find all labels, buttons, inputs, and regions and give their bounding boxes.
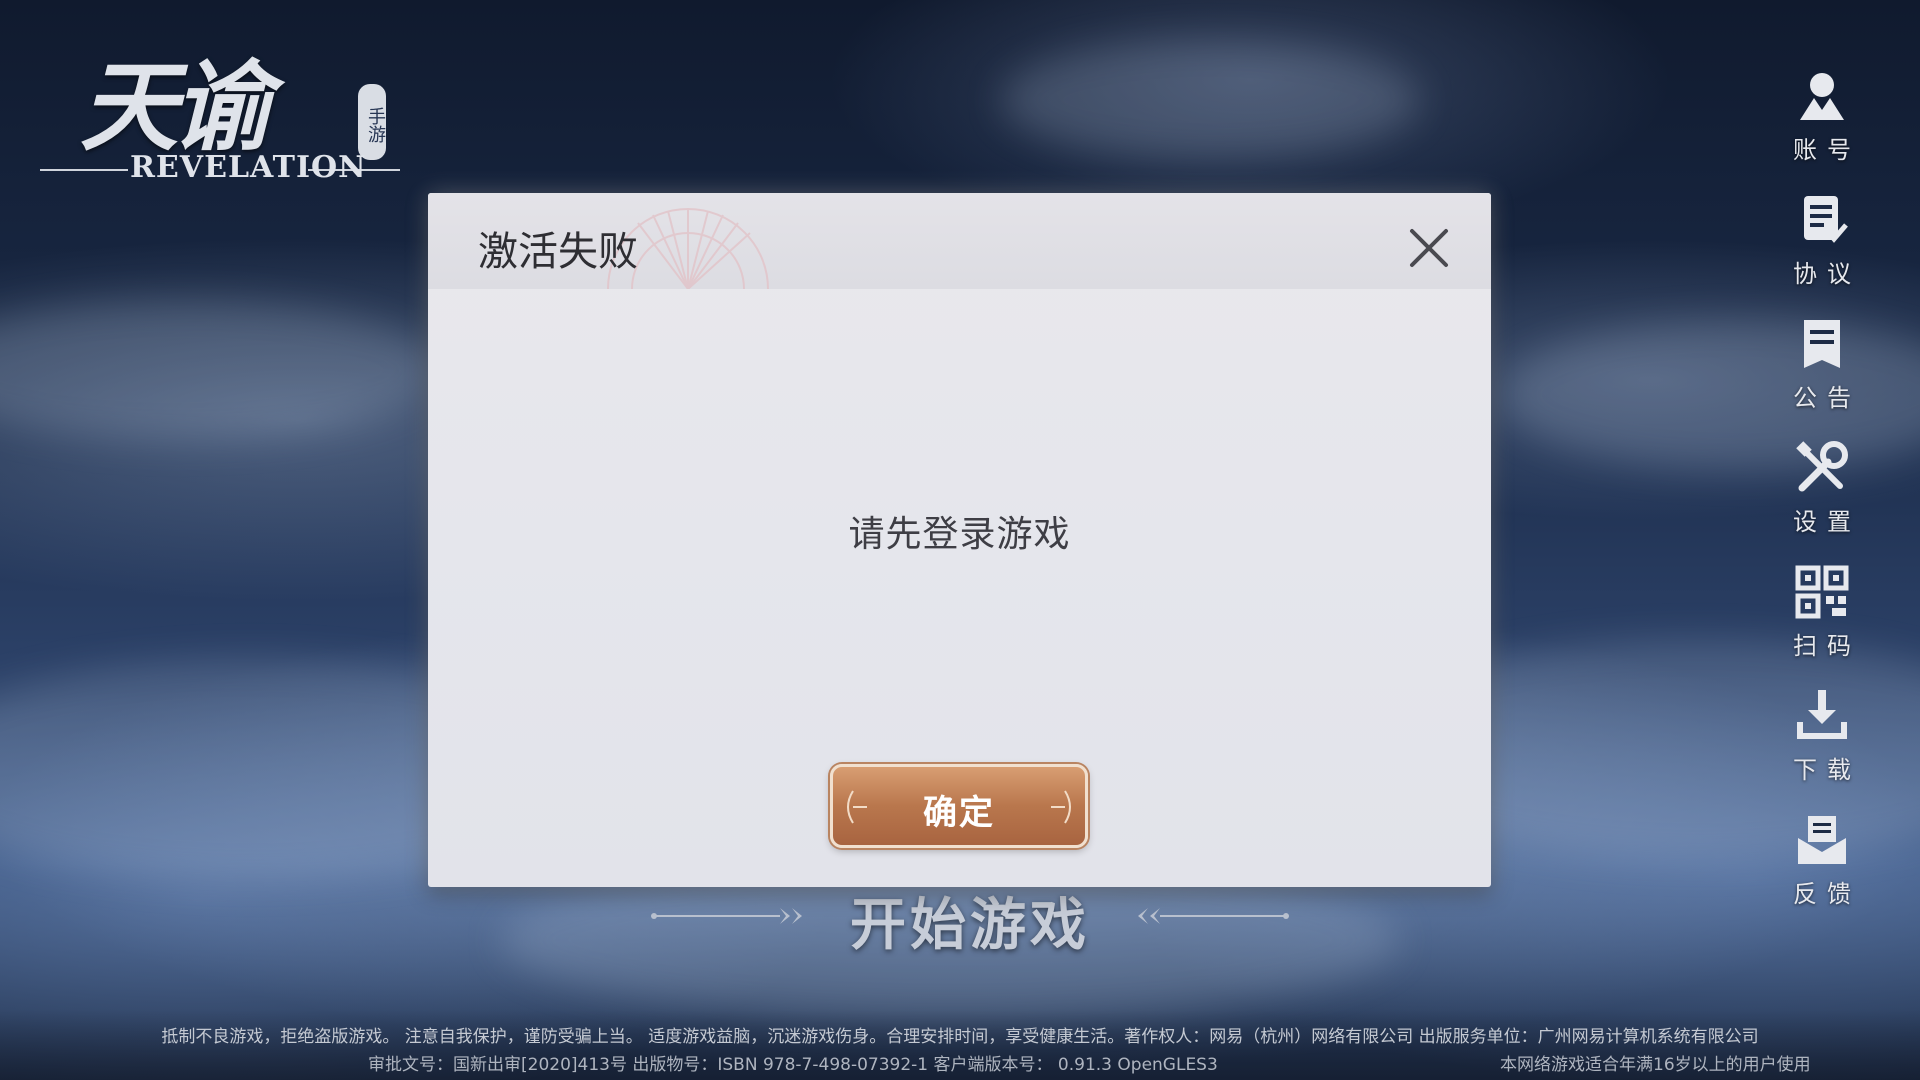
side-item-label: 反馈 xyxy=(1793,880,1861,908)
health-advisory: 抵制不良游戏，拒绝盗版游戏。 注意自我保护，谨防受骗上当。 适度游戏益脑，沉迷游… xyxy=(161,1027,1759,1047)
confirm-button[interactable]: 确定 xyxy=(830,764,1088,848)
side-item-settings[interactable]: 设置 xyxy=(1780,440,1864,552)
agreement-icon xyxy=(1804,196,1848,243)
publication-info: 审批文号：国新出审[2020]413号 出版物号：ISBN 978-7-498-… xyxy=(368,1055,1218,1075)
age-rating-notice: 本网络游戏适合年满16岁以上的用户使用 xyxy=(1500,1055,1811,1075)
side-item-announcement[interactable]: 公告 xyxy=(1780,316,1864,428)
side-menu: 账号 协议 公告 设置 扫码 下载 反馈 xyxy=(1780,68,1864,936)
logo-badge: 手游 xyxy=(358,84,386,160)
game-login-screen: 天谕 手游 REVELATION 账号 协议 公告 设置 扫码 下载 反馈 开始… xyxy=(0,0,1920,1080)
start-right-ornament xyxy=(1138,908,1289,924)
footer: 抵制不良游戏，拒绝盗版游戏。 注意自我保护，谨防受骗上当。 适度游戏益脑，沉迷游… xyxy=(0,1010,1920,1080)
side-item-label: 下载 xyxy=(1793,756,1861,784)
side-item-label: 协议 xyxy=(1793,260,1861,288)
dialog-title: 激活失败 xyxy=(478,229,638,275)
confirm-label: 确定 xyxy=(923,793,995,833)
dialog-header: 激活失败 xyxy=(428,193,1491,289)
activation-failed-dialog: 激活失败 请先登录游戏 确定 xyxy=(428,193,1491,887)
announcement-icon xyxy=(1804,320,1840,368)
settings-icon xyxy=(1796,441,1848,492)
start-game-button[interactable]: 开始游戏 xyxy=(640,880,1300,958)
button-right-ornament xyxy=(1051,790,1071,824)
download-icon xyxy=(1797,690,1847,739)
side-item-download[interactable]: 下载 xyxy=(1780,688,1864,800)
logo-divider xyxy=(40,169,128,171)
side-item-feedback[interactable]: 反馈 xyxy=(1780,812,1864,924)
side-item-label: 设置 xyxy=(1793,508,1861,536)
cloud xyxy=(0,300,440,440)
logo-subtitle: REVELATION xyxy=(130,150,367,185)
cloud xyxy=(1000,40,1420,160)
account-icon xyxy=(1800,73,1844,120)
game-logo: 天谕 手游 REVELATION xyxy=(40,28,410,188)
logo-title: 天谕 xyxy=(80,50,270,165)
close-button[interactable] xyxy=(1404,223,1454,273)
side-item-label: 账号 xyxy=(1793,136,1861,164)
dialog-message: 请先登录游戏 xyxy=(848,514,1071,555)
side-item-scan[interactable]: 扫码 xyxy=(1780,564,1864,676)
side-item-label: 公告 xyxy=(1793,384,1861,412)
feedback-icon xyxy=(1798,816,1846,864)
close-icon xyxy=(1410,229,1448,267)
side-item-agreement[interactable]: 协议 xyxy=(1780,192,1864,304)
qrcode-icon xyxy=(1795,565,1849,619)
side-item-label: 扫码 xyxy=(1793,632,1861,660)
side-item-account[interactable]: 账号 xyxy=(1780,68,1864,180)
